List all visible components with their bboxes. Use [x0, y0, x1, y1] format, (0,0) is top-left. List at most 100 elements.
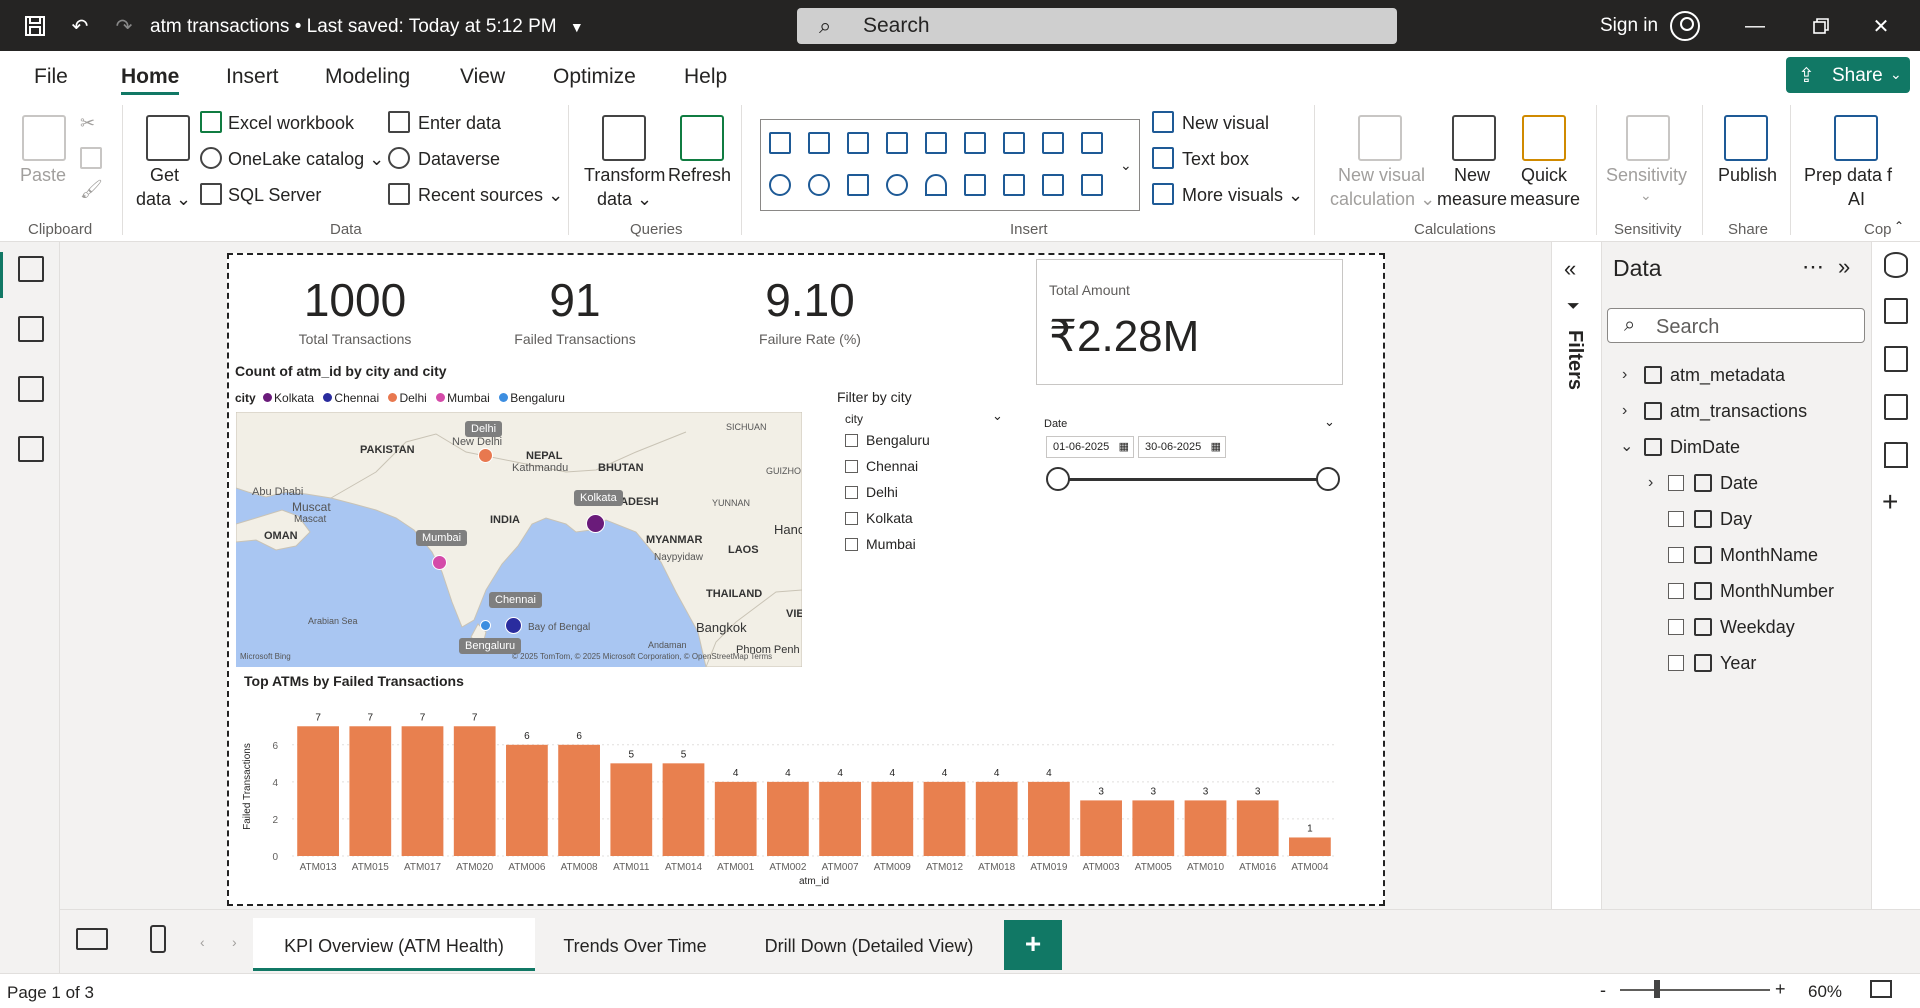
slicer-option-kolkata[interactable]: Kolkata [845, 510, 913, 526]
bar[interactable] [401, 726, 444, 856]
field-day[interactable]: Day [1668, 509, 1752, 530]
table-atm-metadata[interactable]: atm_metadata [1644, 365, 1785, 386]
bar[interactable] [662, 763, 705, 856]
field-monthnumber[interactable]: MonthNumber [1668, 581, 1834, 602]
recent-sources-button[interactable]: Recent sources ⌄ [418, 185, 563, 206]
pie-chart-icon[interactable] [769, 174, 791, 196]
transform-data-button[interactable]: data ⌄ [597, 189, 652, 210]
new-visual-calculation-label[interactable]: New visual [1338, 165, 1425, 186]
bar[interactable] [819, 781, 861, 856]
bar[interactable] [871, 781, 914, 856]
bar[interactable] [558, 744, 600, 856]
bookmark-icon[interactable] [1884, 442, 1908, 468]
date-range-start-handle[interactable] [1046, 467, 1070, 491]
tab-view[interactable]: View [460, 65, 505, 89]
bar[interactable] [767, 781, 809, 856]
add-pane-icon[interactable]: + [1882, 486, 1898, 518]
field-weekday[interactable]: Weekday [1668, 617, 1795, 638]
waterfall-chart-icon[interactable] [1081, 132, 1103, 154]
checkbox[interactable] [845, 434, 858, 447]
zoom-slider-handle[interactable] [1654, 980, 1660, 998]
text-box-button[interactable]: Text box [1182, 149, 1249, 170]
bar[interactable] [975, 781, 1018, 856]
zoom-in-button[interactable]: + [1775, 979, 1786, 1000]
legend-item-kolkata[interactable]: Kolkata [259, 391, 314, 405]
bar[interactable] [1236, 800, 1279, 856]
checkbox[interactable] [845, 486, 858, 499]
scroll-left-icon[interactable]: ‹ [200, 934, 205, 950]
sign-in-button[interactable]: Sign in [1600, 15, 1658, 37]
bar[interactable] [506, 744, 548, 856]
excel-workbook-button[interactable]: Excel workbook [228, 113, 354, 134]
data-pane-icon[interactable] [1884, 252, 1908, 278]
new-visual-calculation-button[interactable]: calculation ⌄ [1330, 189, 1435, 210]
card-icon[interactable] [964, 174, 986, 196]
transform-data-label[interactable]: Transform [584, 165, 665, 186]
chevron-down-icon[interactable]: ⌄ [1620, 436, 1633, 456]
tab-home[interactable]: Home [121, 65, 179, 89]
bar[interactable] [1028, 781, 1070, 856]
line-chart-icon[interactable] [1003, 132, 1025, 154]
chevron-right-icon[interactable]: › [1622, 402, 1627, 420]
scroll-right-icon[interactable]: › [232, 934, 237, 950]
clustered-bar-chart-icon[interactable] [847, 132, 869, 154]
calendar-icon[interactable]: ▦ [1211, 440, 1221, 453]
mobile-layout-icon[interactable] [150, 925, 166, 953]
map-icon[interactable] [886, 174, 908, 196]
legend-item-chennai[interactable]: Chennai [317, 391, 379, 405]
bar[interactable] [923, 781, 966, 856]
field-year[interactable]: Year [1668, 653, 1756, 674]
calendar-icon[interactable]: ▦ [1119, 440, 1129, 453]
page-tab-trends-over-time[interactable]: Trends Over Time [535, 918, 735, 971]
checkbox[interactable] [845, 512, 858, 525]
checkbox[interactable] [1668, 583, 1684, 599]
slicer-option-delhi[interactable]: Delhi [845, 484, 898, 500]
bar[interactable] [1184, 800, 1227, 856]
stacked-bar-chart-icon[interactable] [769, 132, 791, 154]
field-date[interactable]: Date [1668, 473, 1758, 494]
chevron-down-icon[interactable]: ⌄ [1324, 414, 1335, 430]
close-icon[interactable]: ✕ [1868, 13, 1894, 39]
chevron-down-icon[interactable]: ⌄ [1120, 157, 1132, 174]
tab-help[interactable]: Help [684, 65, 727, 89]
table-visual-icon[interactable] [1042, 174, 1064, 196]
chevron-right-icon[interactable]: › [1622, 366, 1627, 384]
clustered-column-chart-icon[interactable] [886, 132, 908, 154]
bar-chart[interactable]: 0 2 4 6 7 ATM013 7 ATM015 7 ATM017 7 ATM020 6 ATM006 6… [236, 695, 1346, 895]
slicer-option-chennai[interactable]: Chennai [845, 458, 918, 474]
format-pane-icon[interactable] [1884, 298, 1908, 324]
chevron-down-icon[interactable]: ▼ [570, 19, 584, 35]
table-dimdate[interactable]: DimDate [1644, 437, 1740, 458]
chevron-right-icon[interactable]: › [1648, 474, 1653, 492]
checkbox[interactable] [845, 460, 858, 473]
sql-server-button[interactable]: SQL Server [228, 185, 321, 206]
share-button[interactable]: ⇪ Share ⌄ [1786, 57, 1910, 93]
stacked-column-chart-icon[interactable] [808, 132, 830, 154]
save-icon[interactable] [22, 13, 48, 39]
visual-gallery[interactable] [760, 119, 1140, 211]
legend-item-bengaluru[interactable]: Bengaluru [493, 391, 565, 405]
checkbox[interactable] [1668, 511, 1684, 527]
legend-item-mumbai[interactable]: Mumbai [430, 391, 490, 405]
get-data-label[interactable]: Get [150, 165, 179, 186]
quick-measure-label[interactable]: Quick [1521, 165, 1567, 186]
format-painter-icon[interactable]: 🖌 [80, 179, 103, 200]
treemap-icon[interactable] [847, 174, 869, 196]
performance-analyzer-icon[interactable] [1884, 394, 1908, 420]
zoom-out-button[interactable]: - [1600, 980, 1606, 1001]
avatar-icon[interactable] [1670, 11, 1700, 41]
prep-data-ai-button[interactable]: AI [1848, 189, 1865, 210]
dax-query-view-icon[interactable] [18, 436, 44, 462]
filters-label[interactable]: Filters [1563, 330, 1586, 390]
undo-icon[interactable]: ↶ [67, 13, 93, 39]
fit-to-page-icon[interactable] [1870, 980, 1892, 998]
multi-row-card-icon[interactable] [1003, 174, 1025, 196]
bubble-bengaluru[interactable] [480, 620, 491, 631]
checkbox[interactable] [845, 538, 858, 551]
collapse-filters-icon[interactable]: « [1564, 256, 1576, 282]
date-end-input[interactable]: 30-06-2025 ▦ [1138, 436, 1226, 458]
legend-item-delhi[interactable]: Delhi [382, 391, 427, 405]
chevron-down-icon[interactable]: ⌄ [1640, 187, 1652, 204]
chevron-down-icon[interactable]: ⌄ [992, 408, 1003, 424]
tab-optimize[interactable]: Optimize [553, 65, 636, 89]
